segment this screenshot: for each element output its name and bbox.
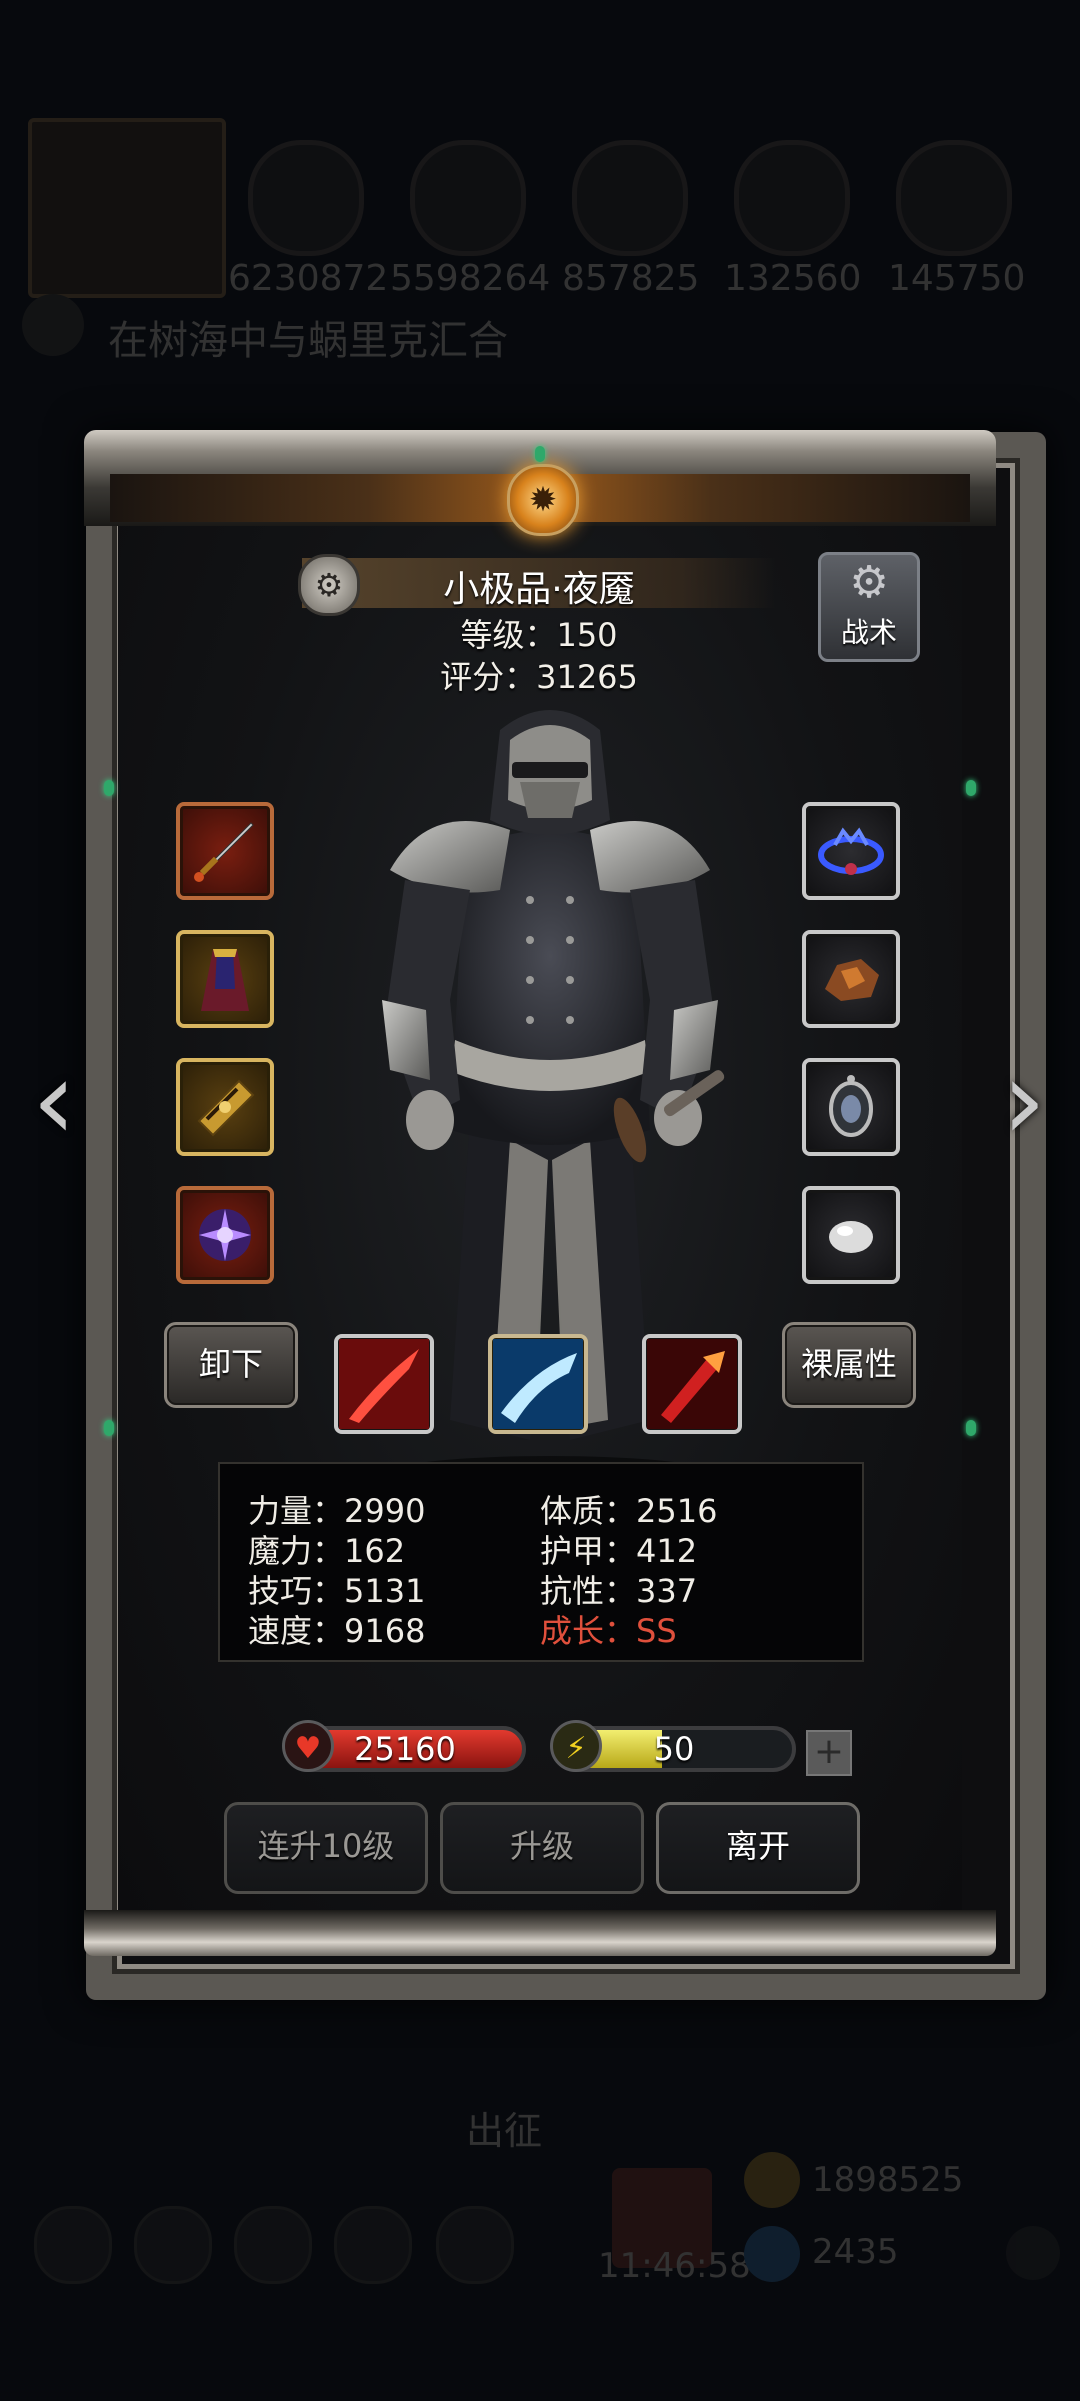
unequip-button[interactable]: 卸下 [164,1322,298,1408]
amulet-slot[interactable] [802,1058,900,1156]
cloak-icon [201,949,249,1011]
base-attributes-button[interactable]: 裸属性 [782,1322,916,1408]
heart-icon: ♥ [282,1720,334,1772]
stat-speed: 速度：9168 [248,1612,426,1650]
gem-icon [104,780,114,796]
quest-text: 在树海中与蜗里克汇合 [108,318,508,364]
golden-armor-icon [197,1079,255,1137]
resource-icon [896,140,1012,256]
hero-class-icon: ⚙ [298,554,360,616]
resource-value: 5598264 [390,258,551,299]
white-stone-icon [829,1221,873,1253]
gem-icon [966,1420,976,1436]
gear-icon: ⚙ [849,557,889,608]
gem-icon [744,2226,800,2282]
dock-icon [234,2206,312,2284]
frame-bottom-edge [84,1910,996,1956]
quest-icon [22,294,84,356]
tactics-button[interactable]: ⚙ 战术 [818,552,920,662]
blue-tiara-icon [818,827,884,875]
level-up-button[interactable]: 升级 [440,1802,644,1894]
next-hero-button[interactable]: › [984,1040,1064,1160]
gem-icon [966,780,976,796]
orb-slot[interactable] [176,1186,274,1284]
resource-value: 145750 [888,258,1026,299]
gold-coin-icon [744,2152,800,2208]
skill-slot[interactable] [642,1334,742,1434]
resource-value: 857825 [562,258,700,299]
level-up-10-button[interactable]: 连升10级 [224,1802,428,1894]
leave-button[interactable]: 离开 [656,1802,860,1894]
hero-level: 等级：150 [460,616,618,654]
dock-icon [436,2206,514,2284]
resource-icon [734,140,850,256]
sword-icon [194,822,254,882]
resource-icon [410,140,526,256]
previous-hero-button[interactable]: ‹ [14,1040,94,1160]
stat-growth: 成长：SS [540,1612,677,1650]
ore-icon [825,959,879,1001]
weapon-slot[interactable] [176,802,274,900]
ore-slot[interactable] [802,930,900,1028]
hero-name: 小极品·夜魇 [443,569,635,610]
amulet-icon [829,1075,873,1137]
gem-icon [535,446,545,462]
gem-icon [104,1420,114,1436]
gem-value: 2435 [812,2232,899,2272]
dock-icon [334,2206,412,2284]
tactics-label: 战术 [840,616,897,649]
cloak-slot[interactable] [176,930,274,1028]
armor-slot[interactable] [176,1058,274,1156]
purple-orb-icon [199,1209,251,1261]
resource-icon [248,140,364,256]
skill-slot[interactable] [488,1334,588,1434]
dock-icon [134,2206,212,2284]
depart-label: 出征 [466,2109,543,2153]
resource-icon [572,140,688,256]
blue-slash-icon [493,1339,583,1429]
sun-emblem-icon: ✹ [507,464,579,536]
hero-score: 评分：31265 [440,658,638,696]
player-portrait [28,118,226,298]
stone-slot[interactable] [802,1186,900,1284]
red-strike-icon [647,1339,737,1429]
lightning-icon: ⚡ [550,1720,602,1772]
tiara-slot[interactable] [802,802,900,900]
resource-value: 6230872 [228,258,389,299]
skill-slot[interactable] [334,1334,434,1434]
gold-value: 1898525 [812,2160,964,2200]
add-energy-button[interactable]: + [806,1730,852,1776]
red-slash-icon [339,1339,429,1429]
resource-value: 132560 [724,258,862,299]
add-icon [1006,2226,1060,2280]
timer: 11:46:58 [598,2246,751,2286]
dock-icon [34,2206,112,2284]
